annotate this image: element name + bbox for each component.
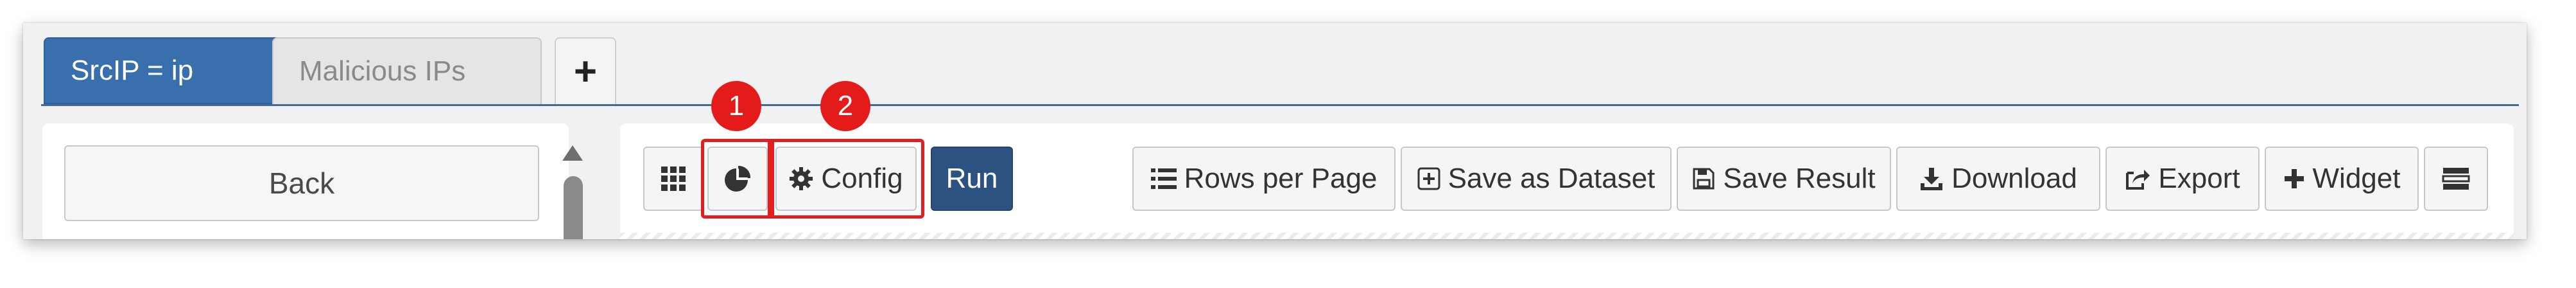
run-button[interactable]: Run	[931, 147, 1013, 211]
export-button[interactable]: Export	[2105, 147, 2260, 211]
annotation-badge-1: 1	[711, 81, 761, 131]
save-as-dataset-label: Save as Dataset	[1448, 163, 1655, 194]
run-label: Run	[946, 163, 998, 194]
grid-icon	[661, 166, 686, 191]
export-icon	[2126, 170, 2150, 190]
app-window: SrcIP = ip Malicious IPs + Back Config R…	[23, 23, 2527, 239]
save-icon	[1693, 168, 1715, 190]
panel-icon	[2442, 168, 2470, 190]
download-icon	[1921, 168, 1943, 190]
plus-icon	[2284, 169, 2304, 188]
highlight-box-2	[768, 139, 924, 219]
tab-divider	[41, 104, 2519, 106]
back-button[interactable]: Back	[64, 145, 539, 221]
scroll-up-icon[interactable]	[562, 145, 583, 161]
back-label: Back	[268, 166, 335, 200]
rows-per-page-button[interactable]: Rows per Page	[1132, 147, 1396, 211]
save-as-dataset-button[interactable]: Save as Dataset	[1401, 147, 1672, 211]
tab-malicious-ips[interactable]: Malicious IPs	[272, 37, 542, 104]
left-panel: Back	[42, 123, 569, 239]
download-button[interactable]: Download	[1896, 147, 2100, 211]
tab-label: Malicious IPs	[299, 55, 466, 87]
export-label: Export	[2158, 163, 2240, 194]
panel-divider	[620, 233, 2514, 239]
download-label: Download	[1951, 163, 2077, 194]
highlight-box-1	[701, 139, 774, 219]
rows-per-page-label: Rows per Page	[1184, 163, 1378, 194]
tab-srcip[interactable]: SrcIP = ip	[44, 37, 281, 104]
list-icon	[1150, 168, 1177, 189]
tab-label: SrcIP = ip	[71, 55, 194, 86]
panel-toggle-button[interactable]	[2424, 147, 2488, 211]
scrollbar[interactable]	[556, 136, 589, 239]
plus-square-icon	[1417, 167, 1440, 190]
add-tab-button[interactable]: +	[555, 37, 616, 104]
scroll-thumb[interactable]	[564, 176, 583, 239]
grid-view-button[interactable]	[643, 147, 704, 211]
save-result-button[interactable]: Save Result	[1677, 147, 1891, 211]
widget-label: Widget	[2312, 163, 2401, 194]
annotation-badge-2: 2	[820, 81, 870, 131]
save-result-label: Save Result	[1723, 163, 1876, 194]
widget-button[interactable]: Widget	[2265, 147, 2419, 211]
plus-icon: +	[573, 49, 598, 94]
